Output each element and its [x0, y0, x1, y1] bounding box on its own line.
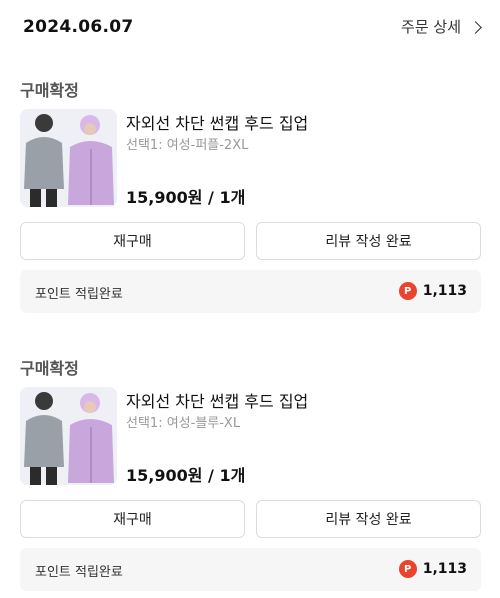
order-detail-label: 주문 상세 — [401, 18, 461, 36]
order-date: 2024.06.07 — [23, 17, 134, 37]
point-value-wrap: P 1,113 — [398, 560, 467, 578]
product-option: 선택1: 여성-퍼플-2XL — [126, 138, 249, 153]
review-complete-button[interactable]: 리뷰 작성 완료 — [256, 222, 481, 260]
point-value: 1,113 — [422, 283, 467, 299]
chevron-right-icon — [469, 20, 482, 34]
rebuy-button[interactable]: 재구매 — [20, 500, 245, 538]
product-name[interactable]: 자외선 차단 썬캡 후드 집업 — [126, 388, 308, 412]
product-name[interactable]: 자외선 차단 썬캡 후드 집업 — [126, 110, 308, 134]
purchase-status: 구매확정 — [20, 359, 79, 378]
product-thumbnail[interactable] — [20, 387, 117, 485]
point-value: 1,113 — [422, 561, 467, 577]
order-header: 2024.06.07 주문 상세 — [0, 0, 500, 58]
point-label: 포인트 적립완료 — [35, 287, 123, 302]
point-icon: P — [398, 282, 417, 300]
purchase-status: 구매확정 — [20, 81, 79, 100]
point-icon: P — [398, 560, 417, 578]
order-item: 구매확정 자외선 차단 썬캡 후드 집업 선택1: 여성-퍼플-2XL 15,9… — [0, 77, 500, 327]
point-summary: 포인트 적립완료 P 1,113 — [20, 548, 481, 591]
rebuy-button[interactable]: 재구매 — [20, 222, 245, 260]
product-price: 15,900원 / 1개 — [126, 188, 246, 207]
order-item: 구매확정 자외선 차단 썬캡 후드 집업 선택1: 여성-블루-XL 15,90… — [0, 355, 500, 598]
point-value-wrap: P 1,113 — [398, 282, 467, 300]
product-option: 선택1: 여성-블루-XL — [126, 416, 241, 431]
order-detail-link[interactable]: 주문 상세 — [401, 16, 482, 37]
product-price: 15,900원 / 1개 — [126, 466, 246, 485]
point-summary: 포인트 적립완료 P 1,113 — [20, 270, 481, 313]
point-label: 포인트 적립완료 — [35, 565, 123, 580]
review-complete-button[interactable]: 리뷰 작성 완료 — [256, 500, 481, 538]
product-thumbnail[interactable] — [20, 109, 117, 207]
